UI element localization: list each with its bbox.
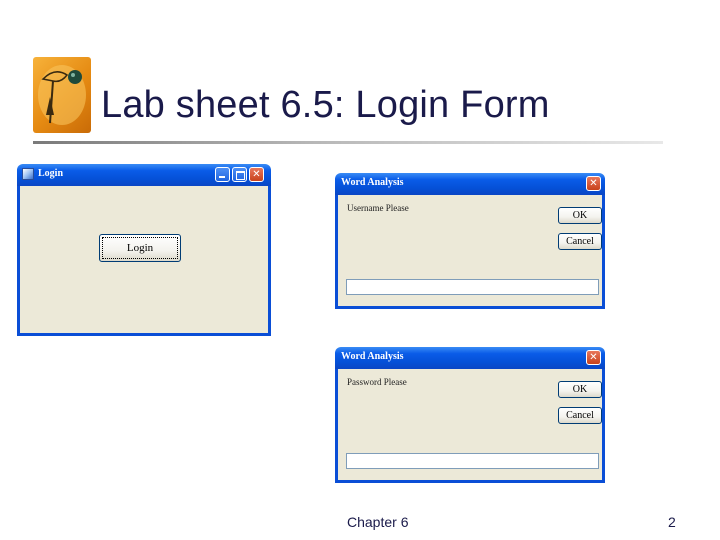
maximize-icon[interactable] [232,167,247,182]
login-titlebar[interactable]: Login ✕ [17,164,271,186]
password-prompt: Password Please [347,377,407,387]
username-prompt: Username Please [347,203,409,213]
ok-button[interactable]: OK [558,381,602,398]
close-icon[interactable]: ✕ [249,167,264,182]
username-dialog-title: Word Analysis [341,177,404,188]
password-dialog: Word Analysis ✕ Password Please OK Cance… [335,347,605,483]
login-button-label: Login [126,242,154,254]
login-window: Login ✕ Login [17,164,271,336]
app-icon [22,168,34,180]
password-dialog-title: Word Analysis [341,351,404,362]
ok-button-label: OK [572,210,588,221]
ok-button-label: OK [572,384,588,395]
logo-icon [33,57,91,133]
footer-chapter: Chapter 6 [347,514,409,530]
close-icon[interactable]: ✕ [586,350,601,365]
title-divider [33,141,663,144]
login-window-title: Login [38,168,64,179]
login-button[interactable]: Login [99,234,181,262]
username-dialog: Word Analysis ✕ Username Please OK Cance… [335,173,605,309]
password-dialog-titlebar[interactable]: Word Analysis ✕ [335,347,605,369]
ok-button[interactable]: OK [558,207,602,224]
cancel-button-label: Cancel [566,236,594,247]
password-input[interactable] [346,453,599,469]
close-icon[interactable]: ✕ [586,176,601,191]
cancel-button-label: Cancel [566,410,594,421]
page-number: 2 [668,514,676,530]
cancel-button[interactable]: Cancel [558,407,602,424]
cancel-button[interactable]: Cancel [558,233,602,250]
username-input[interactable] [346,279,599,295]
slide-title: Lab sheet 6.5: Login Form [101,84,550,126]
minimize-icon[interactable] [215,167,230,182]
username-dialog-titlebar[interactable]: Word Analysis ✕ [335,173,605,195]
